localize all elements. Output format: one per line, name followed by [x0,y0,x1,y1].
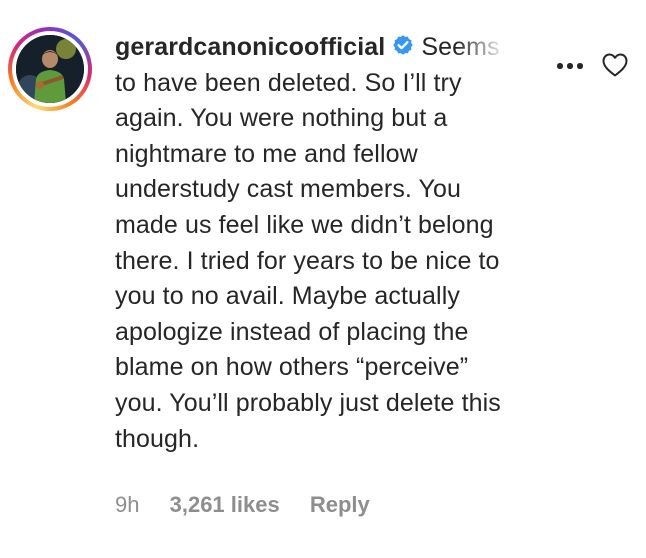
more-dot-icon [557,63,563,69]
comment-line: blame on how others “perceive” [115,353,469,382]
verified-badge-icon [393,35,414,55]
comment-line: understudy cast members. You [115,175,462,204]
comment-line: you to no avail. Maybe actually [115,282,460,311]
likes-count-button[interactable]: 3,261 likes [170,492,280,518]
comment-line: to have been deleted. So I’ll try [115,68,462,97]
reply-button[interactable]: Reply [310,492,370,518]
comment: gerardcanonicoofficial Seems to have bee… [0,0,646,558]
comment-footer: 9h 3,261 likes Reply [115,492,370,518]
more-options-button[interactable] [555,58,585,72]
avatar-story-ring[interactable] [8,27,92,111]
comment-line: you. You’ll probably just delete this [115,388,501,417]
comment-body: gerardcanonicoofficial Seems to have bee… [115,30,585,457]
comment-truncated-start: Seems [421,33,500,61]
comment-line: though. [115,424,200,453]
like-button[interactable] [601,52,629,78]
comment-line: there. I tried for years to be nice to [115,246,500,275]
avatar-ring-gap [12,31,88,107]
timestamp[interactable]: 9h [115,492,139,518]
comment-line: apologize instead of placing the [115,317,469,346]
avatar[interactable] [16,35,84,103]
more-dot-icon [577,63,583,69]
comment-first-line: gerardcanonicoofficial Seems [115,30,585,66]
avatar-image [16,35,84,103]
username[interactable]: gerardcanonicoofficial [115,33,385,61]
comment-line: nightmare to me and fellow [115,139,418,168]
heart-outline-icon [602,53,628,77]
comment-line: again. You were nothing but a [115,104,448,133]
comment-line: made us feel like we didn’t belong [115,210,494,239]
more-dot-icon [567,63,573,69]
